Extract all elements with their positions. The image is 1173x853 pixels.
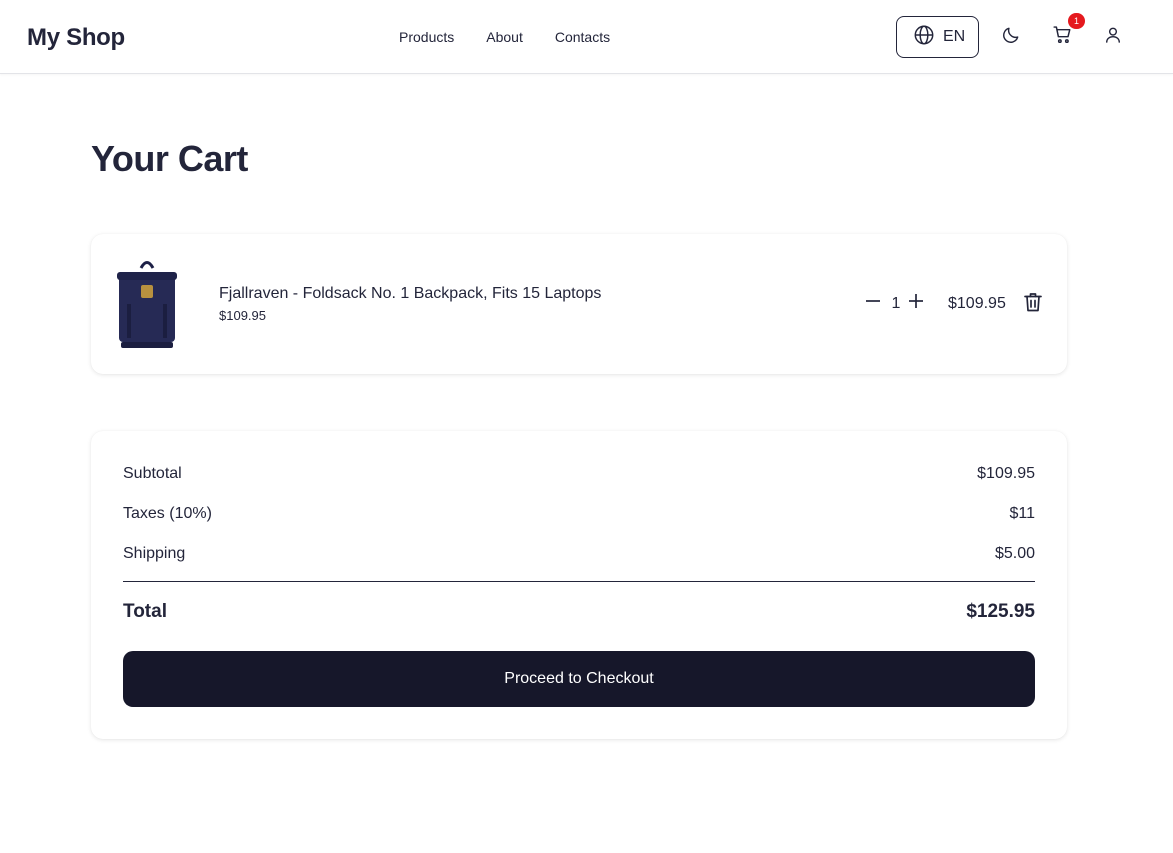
remove-item-button[interactable] (1023, 292, 1043, 317)
nav-contacts-link[interactable]: Contacts (555, 29, 610, 45)
taxes-value: $11 (1009, 505, 1035, 522)
taxes-row: Taxes (10%) $11 (123, 505, 1035, 523)
trash-icon (1024, 292, 1042, 317)
subtotal-label: Subtotal (123, 465, 182, 482)
product-image[interactable] (115, 258, 179, 350)
cart-item: Fjallraven - Foldsack No. 1 Backpack, Fi… (91, 234, 1067, 374)
globe-icon (913, 24, 935, 51)
item-line-total: $109.95 (948, 295, 1006, 312)
cart-icon (1052, 24, 1073, 50)
site-logo[interactable]: My Shop (27, 24, 125, 52)
minus-icon (865, 293, 881, 314)
subtotal-value: $109.95 (977, 465, 1035, 482)
taxes-label: Taxes (10%) (123, 505, 212, 522)
shipping-value: $5.00 (994, 545, 1035, 562)
nav-products-link[interactable]: Products (399, 29, 454, 45)
product-name[interactable]: Fjallraven - Foldsack No. 1 Backpack, Fi… (219, 285, 601, 303)
total-label: Total (123, 601, 167, 622)
total-row: Total $125.95 (123, 601, 1035, 623)
language-label: EN (943, 28, 966, 45)
shipping-row: Shipping $5.00 (123, 545, 1035, 563)
main-nav: Products About Contacts (399, 29, 610, 45)
site-header: My Shop Products About Contacts EN 1 (0, 0, 1173, 74)
user-icon (1103, 25, 1123, 50)
cart-button[interactable] (1050, 25, 1074, 49)
user-account-button[interactable] (1101, 25, 1125, 49)
shipping-label: Shipping (123, 545, 186, 562)
quantity-value: 1 (891, 295, 901, 312)
checkout-button[interactable]: Proceed to Checkout (123, 651, 1035, 707)
order-summary: Subtotal $109.95 Taxes (10%) $11 Shippin… (91, 431, 1067, 739)
cart-count-badge: 1 (1068, 13, 1085, 29)
decrease-quantity-button[interactable] (864, 294, 882, 312)
plus-icon (908, 293, 924, 314)
summary-divider (123, 581, 1035, 582)
page-title: Your Cart (91, 138, 248, 179)
product-unit-price: $109.95 (219, 308, 266, 323)
subtotal-row: Subtotal $109.95 (123, 465, 1035, 483)
total-value: $125.95 (966, 601, 1035, 622)
moon-icon (1001, 25, 1021, 50)
language-button[interactable]: EN (896, 16, 979, 58)
increase-quantity-button[interactable] (907, 293, 925, 314)
nav-about-link[interactable]: About (486, 29, 523, 45)
theme-toggle-button[interactable] (999, 25, 1023, 49)
